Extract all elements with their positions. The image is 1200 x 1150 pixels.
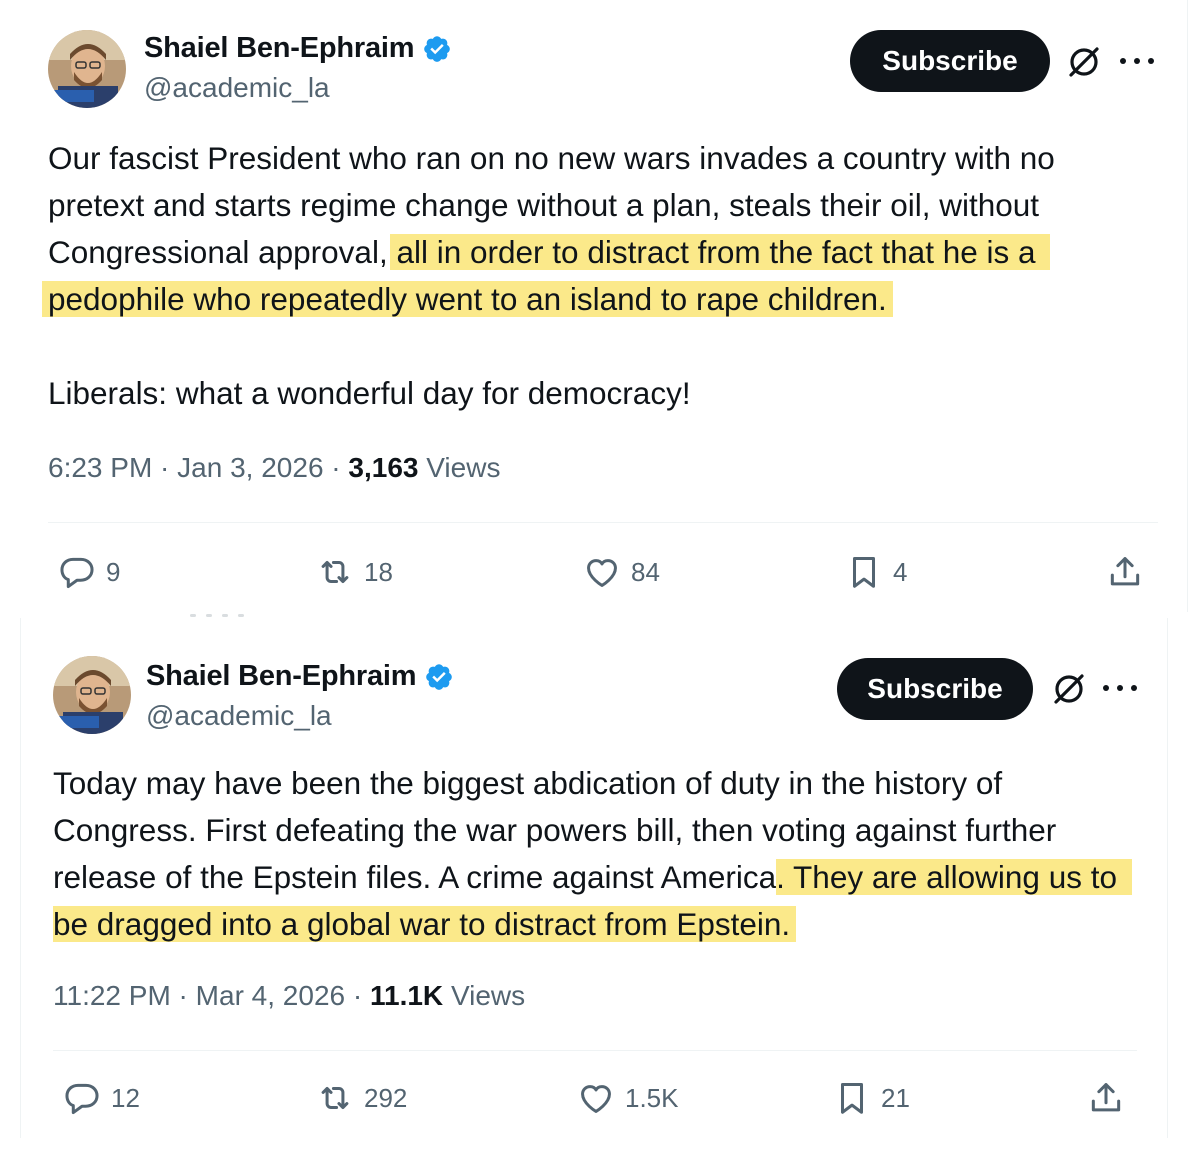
more-options-icon[interactable] xyxy=(1103,683,1137,693)
bookmark-button[interactable]: 4 xyxy=(845,553,907,591)
reply-icon xyxy=(65,1083,99,1115)
share-icon[interactable] xyxy=(1087,1079,1125,1117)
like-count: 84 xyxy=(631,556,660,587)
tweet-card: Shaiel Ben-Ephraim @academic_la Subscrib… xyxy=(20,618,1168,1138)
bookmark-count: 21 xyxy=(881,1082,910,1113)
like-button[interactable]: 84 xyxy=(583,553,660,591)
bookmark-button[interactable]: 21 xyxy=(833,1079,910,1117)
author-display-name[interactable]: Shaiel Ben-Ephraim xyxy=(144,32,415,65)
reply-button[interactable]: 9 xyxy=(58,553,120,591)
subscribe-button[interactable]: Subscribe xyxy=(837,658,1033,720)
reply-icon xyxy=(60,557,94,589)
author-display-name[interactable]: Shaiel Ben-Ephraim xyxy=(146,660,417,693)
bookmark-icon xyxy=(840,1083,864,1114)
reply-button[interactable]: 12 xyxy=(63,1079,140,1117)
share-icon[interactable] xyxy=(1106,553,1144,591)
tweet-date[interactable]: Mar 4, 2026 xyxy=(196,980,345,1011)
verified-badge-icon xyxy=(424,35,451,62)
heart-icon xyxy=(587,559,617,587)
author-name-row[interactable]: Shaiel Ben-Ephraim xyxy=(146,660,454,693)
author-handle[interactable]: @academic_la xyxy=(146,700,332,732)
repost-icon xyxy=(321,1086,349,1110)
views-count: 3,163 xyxy=(348,452,419,483)
repost-button[interactable]: 18 xyxy=(316,553,393,591)
avatar[interactable] xyxy=(48,30,126,108)
grok-icon[interactable] xyxy=(1051,671,1087,707)
author-name-row[interactable]: Shaiel Ben-Ephraim xyxy=(144,32,452,65)
more-options-icon[interactable] xyxy=(1120,56,1154,66)
tweet-meta: 11:22 PM · Mar 4, 2026 · 11.1K Views xyxy=(53,980,526,1011)
tweet-text: Our fascist President who ran on no new … xyxy=(42,135,1158,417)
reply-count: 12 xyxy=(111,1082,140,1113)
repost-button[interactable]: 292 xyxy=(316,1079,407,1117)
repost-count: 18 xyxy=(364,556,393,587)
divider xyxy=(53,1050,1137,1051)
divider xyxy=(48,522,1158,523)
verified-badge-icon xyxy=(426,663,453,690)
tweet-time[interactable]: 6:23 PM xyxy=(48,452,152,483)
tweet-time[interactable]: 11:22 PM xyxy=(53,980,171,1011)
repost-icon xyxy=(321,560,349,584)
tweet-text-paragraph: Liberals: what a wonderful day for democ… xyxy=(48,375,691,411)
tweet-date[interactable]: Jan 3, 2026 xyxy=(177,452,323,483)
thread-separator xyxy=(190,614,244,617)
subscribe-button[interactable]: Subscribe xyxy=(850,30,1050,92)
tweet-text: Today may have been the biggest abdicati… xyxy=(53,760,1143,948)
heart-icon xyxy=(581,1085,611,1113)
views-label: Views xyxy=(426,452,501,483)
tweet-meta: 6:23 PM · Jan 3, 2026 · 3,163 Views xyxy=(48,452,501,483)
tweet-card: Shaiel Ben-Ephraim @academic_la Subscrib… xyxy=(0,0,1188,612)
repost-count: 292 xyxy=(364,1082,408,1113)
like-count: 1.5K xyxy=(625,1082,679,1113)
bookmark-count: 4 xyxy=(893,556,908,587)
views-count: 11.1K xyxy=(369,980,444,1011)
like-button[interactable]: 1.5K xyxy=(577,1079,679,1117)
views-label: Views xyxy=(450,980,526,1011)
author-handle[interactable]: @academic_la xyxy=(144,72,330,104)
avatar[interactable] xyxy=(53,656,131,734)
grok-icon[interactable] xyxy=(1066,44,1102,80)
bookmark-icon xyxy=(852,557,876,588)
reply-count: 9 xyxy=(106,556,121,587)
